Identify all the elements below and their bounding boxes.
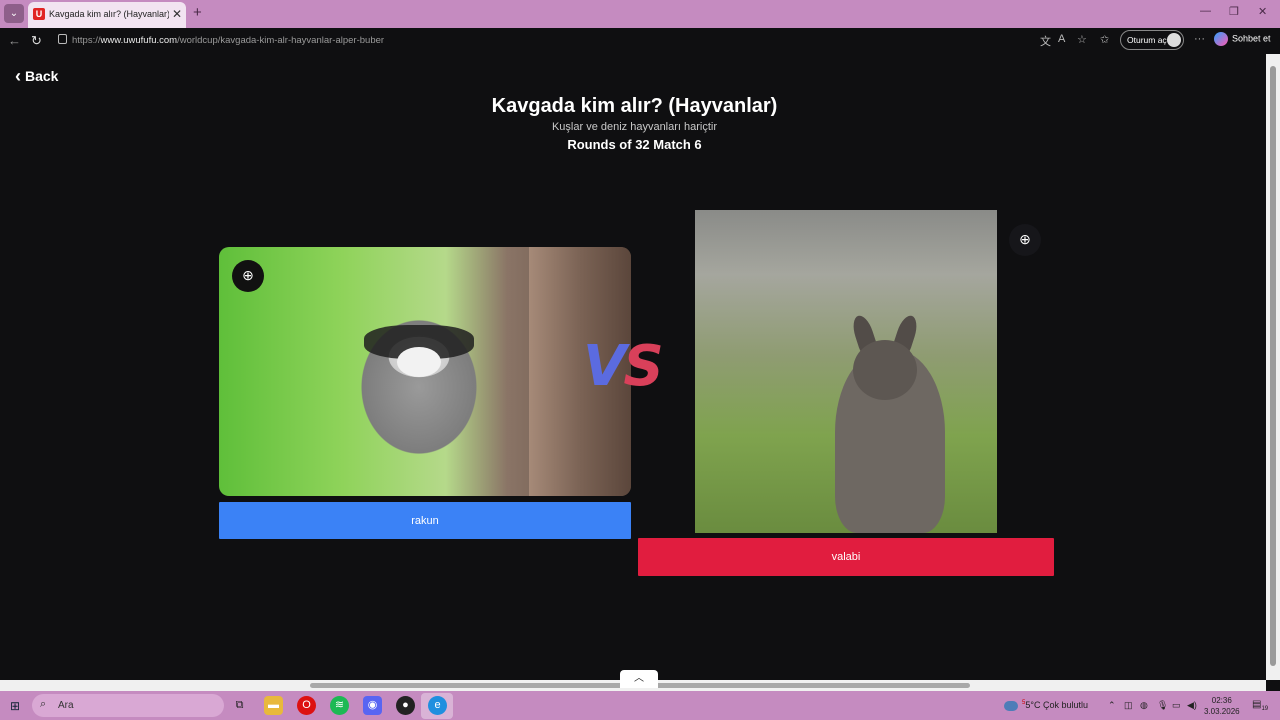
tab-title: Kavgada kim alır? (Hayvanlar) | Uwufufu [49,9,169,19]
tray-app-icon[interactable]: ◫ [1124,700,1133,711]
page-content: ‹ Back Kavgada kim alır? (Hayvanlar) Kuşl… [3,54,1266,678]
taskbar: ⊞ ⌕ Ara ⧉ ▬ O ≋ ◉ ● e 55°C Çok bulutlu ⌃… [0,691,1280,720]
favorites-icon[interactable]: ✩ [1100,33,1109,46]
refresh-icon[interactable]: ↻ [31,33,42,49]
taskbar-search[interactable]: ⌕ Ara [32,694,224,717]
clock-time: 02:36 [1211,696,1232,705]
notification-icon[interactable]: ▤19 [1252,699,1268,712]
back-arrow-icon[interactable]: ← [8,33,21,48]
raccoon-muzzle-shape [397,347,441,377]
address-bar: ← ↻ https://www.uwufufu.com/worldcup/kav… [0,28,1280,53]
minimize-icon[interactable]: — [1200,5,1211,17]
zoom-left-icon[interactable]: ⊕ [232,260,264,292]
browser-tab[interactable]: U Kavgada kim alır? (Hayvanlar) | Uwufuf… [28,2,186,28]
wallaby-image[interactable] [695,210,997,533]
file-explorer-icon[interactable]: ▬ [264,696,283,715]
back-button[interactable]: ‹ Back [15,66,58,87]
wallaby-head-shape [853,340,917,400]
network-icon[interactable]: ▭ [1172,700,1181,711]
read-aloud-icon[interactable]: A [1058,33,1065,45]
microphone-icon[interactable]: 🎙 [1157,700,1168,711]
opera-icon[interactable]: O [297,696,316,715]
new-tab-icon[interactable]: + [193,4,202,21]
windows-start-icon[interactable]: ⊞ [10,699,20,713]
choose-rakun-button[interactable]: rakun [219,502,631,539]
favicon-icon: U [33,8,45,20]
site-info-icon[interactable] [58,34,67,44]
tab-actions-menu-icon[interactable]: ⌄ [4,4,24,23]
notification-count: 19 [1261,706,1269,712]
close-window-icon[interactable]: ✕ [1258,5,1267,18]
favorite-star-icon[interactable]: ☆ [1077,33,1087,46]
choose-valabi-button[interactable]: valabi [638,538,1054,576]
page-title: Kavgada kim alır? (Hayvanlar) [491,95,778,117]
edge-icon[interactable]: e [428,696,447,715]
close-tab-icon[interactable]: ✕ [172,7,182,21]
zoom-right-icon[interactable]: ⊕ [1009,224,1041,256]
weather-widget[interactable]: 55°C Çok bulutlu [1004,700,1088,711]
clock-date: 3.03.2026 [1204,707,1240,716]
raccoon-image[interactable] [219,247,631,496]
copilot-icon [1214,32,1228,46]
copilot-button[interactable]: Sohbet et [1214,32,1271,46]
translate-icon[interactable]: 文 [1040,33,1051,49]
chevron-up-icon[interactable]: ︿ [620,670,658,688]
chevron-left-icon: ‹ [15,66,21,86]
more-options-icon[interactable]: ··· [1194,33,1205,45]
avatar-icon [1167,33,1181,47]
maximize-icon[interactable]: ❐ [1229,5,1239,18]
cloud-icon [1004,700,1018,711]
volume-icon[interactable]: ◀) [1187,700,1197,711]
discord-icon[interactable]: ◉ [363,696,382,715]
clock[interactable]: 02:36 3.03.2026 [1204,695,1240,717]
tray-app-icon[interactable]: ◍ [1140,700,1148,711]
spotify-icon[interactable]: ≋ [330,696,349,715]
vs-label: VS [583,334,664,399]
page-subtitle: Kuşlar ve deniz hayvanları hariçtir [551,121,718,133]
scroll-thumb[interactable] [1270,66,1276,666]
task-view-icon[interactable]: ⧉ [230,696,249,715]
browser-tab-bar: ⌄ U Kavgada kim alır? (Hayvanlar) | Uwuf… [0,0,1280,28]
signin-button[interactable]: Oturum aç [1120,30,1184,50]
url-field[interactable]: https://www.uwufufu.com/worldcup/kavgada… [52,31,1114,50]
vertical-scrollbar[interactable] [1266,54,1280,680]
chevron-up-tray-icon[interactable]: ⌃ [1108,700,1116,711]
round-label: Rounds of 32 Match 6 [567,137,702,152]
search-placeholder: Ara [58,700,74,711]
search-icon: ⌕ [40,698,47,710]
url-text: https://www.uwufufu.com/worldcup/kavgada… [72,35,385,46]
obs-icon[interactable]: ● [396,696,415,715]
